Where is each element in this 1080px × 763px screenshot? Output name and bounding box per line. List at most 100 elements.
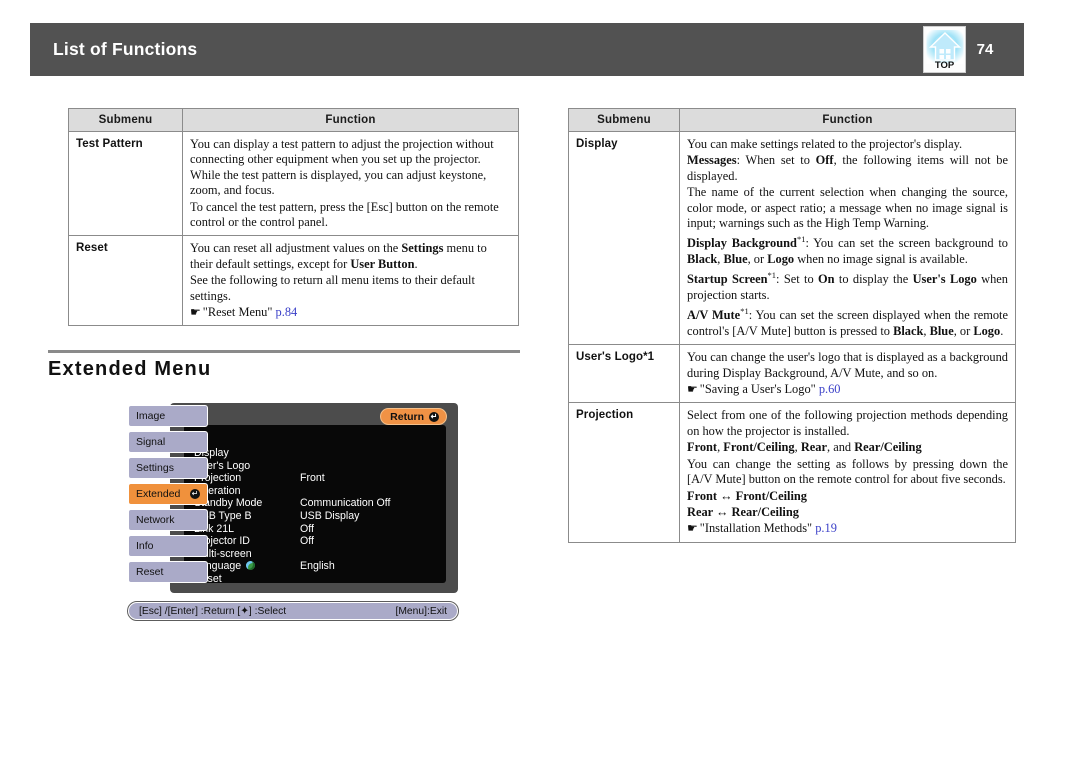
top-home-icon[interactable]: TOP bbox=[923, 26, 966, 73]
right-functions-table: Submenu Function Display You can make se… bbox=[568, 108, 1016, 543]
osd-menu-item[interactable]: Projection Front bbox=[194, 472, 440, 485]
cross-reference[interactable]: ☛ "Installation Methods" p.19 bbox=[687, 521, 1008, 536]
osd-menu-item[interactable]: Multi-screen bbox=[194, 548, 440, 561]
paragraph: To cancel the test pattern, press the [E… bbox=[190, 199, 499, 230]
osd-footer-hints: [Esc] /[Enter] :Return [✦] :Select [Menu… bbox=[127, 601, 459, 621]
osd-sidebar-item-label: Signal bbox=[136, 436, 166, 448]
function-description: You can make settings related to the pro… bbox=[679, 130, 1016, 346]
submenu-label: User's Logo*1 bbox=[568, 344, 680, 404]
reference-text: "Installation Methods" bbox=[699, 521, 813, 536]
osd-menu-item-value: Off bbox=[300, 535, 314, 548]
osd-menu-item-name: Operation bbox=[194, 485, 300, 498]
section-heading: Extended Menu bbox=[48, 358, 212, 380]
table-row: Display You can make settings related to… bbox=[568, 130, 1016, 346]
paragraph: Select from one of the following project… bbox=[687, 408, 1008, 438]
footer-left-hints: [Esc] /[Enter] :Return [✦] :Select bbox=[139, 606, 287, 617]
osd-screenshot: Display User's Logo Projection Front Operati… bbox=[128, 403, 458, 593]
page-number: 74 bbox=[976, 41, 994, 58]
paragraph: Messages: When set to Off, the following… bbox=[687, 153, 1008, 183]
column-header-function: Function bbox=[679, 108, 1016, 132]
table-row: Test Pattern You can display a test patt… bbox=[68, 130, 519, 237]
osd-menu-item-value: Off bbox=[300, 522, 314, 535]
reference-text: "Reset Menu" bbox=[202, 305, 273, 320]
paragraph: Display Background*1: You can set the sc… bbox=[687, 234, 1008, 266]
paragraph: You can display a test pattern to adjust… bbox=[190, 137, 494, 198]
osd-sidebar-item-reset[interactable]: Reset bbox=[128, 561, 208, 583]
osd-menu-item-name: Standby Mode bbox=[194, 497, 300, 510]
osd-menu-item[interactable]: Display bbox=[194, 447, 440, 460]
osd-menu-item[interactable]: USB Type B USB Display bbox=[194, 510, 440, 523]
column-header-function: Function bbox=[182, 108, 519, 132]
cross-reference[interactable]: ☛ "Reset Menu" p.84 bbox=[190, 305, 511, 320]
osd-menu-item-name: Display bbox=[194, 447, 300, 460]
enter-icon: ↵ bbox=[429, 411, 439, 422]
osd-menu-item-value: USB Display bbox=[300, 509, 360, 522]
submenu-label: Test Pattern bbox=[68, 130, 183, 237]
osd-sidebar-item-signal[interactable]: Signal bbox=[128, 431, 208, 453]
paragraph: You can make settings related to the pro… bbox=[687, 137, 963, 151]
osd-menu-item-value: Front bbox=[300, 472, 325, 485]
osd-sidebar-item-label: Info bbox=[136, 540, 154, 552]
submenu-label: Display bbox=[568, 130, 680, 346]
osd-sidebar-item-info[interactable]: Info bbox=[128, 535, 208, 557]
submenu-label: Projection bbox=[568, 402, 680, 543]
paragraph: The name of the current selection when c… bbox=[687, 185, 1008, 231]
page-title: List of Functions bbox=[53, 39, 198, 59]
paragraph: Front, Front/Ceiling, Rear, and Rear/Cei… bbox=[687, 440, 922, 455]
paragraph: A/V Mute*1: You can set the screen displ… bbox=[687, 306, 1008, 338]
page-link[interactable]: p.60 bbox=[819, 382, 841, 396]
section-divider bbox=[48, 350, 520, 353]
osd-menu-item[interactable]: Language English bbox=[194, 560, 440, 573]
page-header: List of Functions TOP 74 bbox=[30, 23, 1024, 76]
osd-sidebar-item-network[interactable]: Network bbox=[128, 509, 208, 531]
osd-sidebar-item-label: Settings bbox=[136, 462, 174, 474]
osd-menu-item-name: Link 21L bbox=[194, 523, 300, 536]
paragraph: You can change the user's logo that is d… bbox=[687, 350, 1008, 380]
osd-menu-item[interactable]: Reset bbox=[194, 573, 440, 586]
cross-reference[interactable]: ☛ "Saving a User's Logo" p.60 bbox=[687, 382, 1008, 397]
osd-sidebar-item-image[interactable]: Image bbox=[128, 405, 208, 427]
table-row: User's Logo*1 You can change the user's … bbox=[568, 344, 1016, 404]
return-button[interactable]: Return ↵ bbox=[380, 408, 447, 425]
function-description: You can change the user's logo that is d… bbox=[679, 344, 1016, 404]
osd-menu-item-value: Communication Off bbox=[300, 497, 391, 510]
column-header-submenu: Submenu bbox=[68, 108, 183, 132]
pointing-hand-icon: ☛ bbox=[687, 521, 698, 536]
osd-panel: Display User's Logo Projection Front Operati… bbox=[184, 425, 446, 586]
function-description: Select from one of the following project… bbox=[679, 402, 1016, 543]
osd-menu-list[interactable]: Display User's Logo Projection Front Operati… bbox=[194, 447, 440, 586]
osd-menu-item[interactable]: Projector ID Off bbox=[194, 535, 440, 548]
function-description: You can display a test pattern to adjust… bbox=[182, 130, 519, 237]
enter-icon: ↵ bbox=[190, 489, 200, 499]
paragraph: See the following to return all menu ite… bbox=[190, 273, 475, 303]
table-row: Reset You can reset all adjustment value… bbox=[68, 235, 519, 327]
page-link[interactable]: p.84 bbox=[276, 305, 298, 319]
osd-menu-item[interactable]: Link 21L Off bbox=[194, 523, 440, 536]
osd-sidebar-item-label: Extended bbox=[136, 488, 181, 500]
submenu-label: Reset bbox=[68, 235, 183, 327]
osd-sidebar-item-settings[interactable]: Settings bbox=[128, 457, 208, 479]
osd-menu-item[interactable]: Standby Mode Communication Off bbox=[194, 497, 440, 510]
osd-sidebar-item-label: Network bbox=[136, 514, 175, 526]
top-icon-label: TOP bbox=[934, 60, 955, 71]
osd-menu-item-name: Projector ID bbox=[194, 535, 300, 548]
house-icon bbox=[926, 30, 963, 64]
table-header-row: Submenu Function bbox=[68, 108, 519, 132]
paragraph: You can reset all adjustment values on t… bbox=[190, 241, 487, 271]
osd-sidebar[interactable]: Image Signal Settings Extended ↵ Network Info R… bbox=[128, 405, 208, 587]
osd-menu-item[interactable]: Operation bbox=[194, 485, 440, 498]
osd-sidebar-item-extended[interactable]: Extended ↵ bbox=[128, 483, 208, 505]
osd-menu-item-name: Reset bbox=[194, 573, 300, 586]
osd-menu-item-name: Multi-screen bbox=[194, 548, 300, 561]
paragraph: Rear ↔ Rear/Ceiling bbox=[687, 504, 799, 519]
osd-menu-item[interactable]: User's Logo bbox=[194, 460, 440, 473]
globe-icon bbox=[246, 561, 256, 571]
osd-sidebar-item-label: Image bbox=[136, 410, 166, 422]
osd-sidebar-item-label: Reset bbox=[136, 566, 164, 578]
reference-text: "Saving a User's Logo" bbox=[699, 382, 816, 397]
footer-right-hints: [Menu]:Exit bbox=[395, 605, 447, 617]
page-link[interactable]: p.19 bbox=[815, 521, 837, 535]
left-functions-table: Submenu Function Test Pattern You can di… bbox=[68, 108, 519, 327]
table-row: Projection Select from one of the follow… bbox=[568, 402, 1016, 543]
return-label: Return bbox=[390, 410, 424, 423]
